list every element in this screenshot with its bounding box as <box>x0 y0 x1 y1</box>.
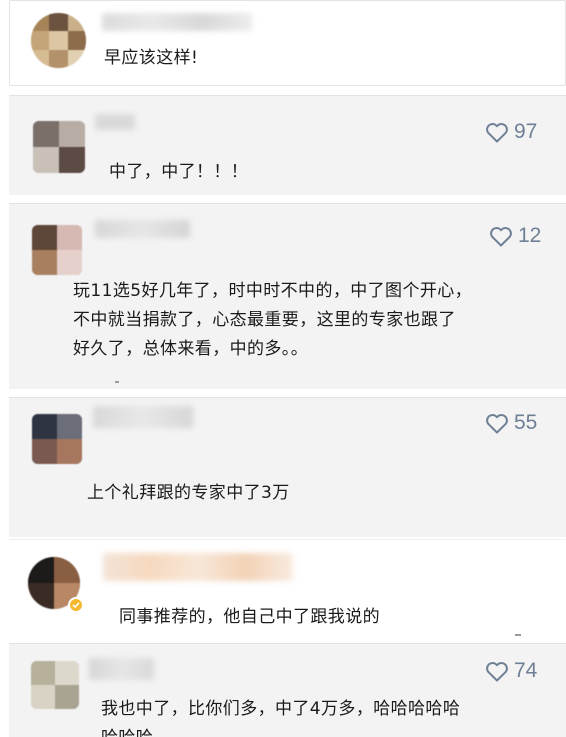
comment-text: 早应该这样! <box>104 48 199 68</box>
divider-mark <box>115 381 119 383</box>
comment-text: 同事推荐的，他自己中了跟我说的 <box>119 607 380 627</box>
heart-outline-icon <box>490 226 512 246</box>
comment-card: 12 玩11选5好几年了，时中时不中的，中了图个开心， 不中就当捐款了，心态最重… <box>9 203 566 389</box>
comment-card: 97 中了，中了！！！ <box>9 95 566 195</box>
divider-mark <box>515 634 521 636</box>
comment-card: 早应该这样! <box>9 0 566 86</box>
like-count: 12 <box>518 224 542 247</box>
heart-outline-icon <box>486 122 508 142</box>
comment-text: 玩11选5好几年了，时中时不中的，中了图个开心， 不中就当捐款了，心态最重要，这… <box>73 281 473 359</box>
like-button[interactable]: 12 <box>489 224 541 248</box>
verified-check-icon <box>68 597 84 613</box>
heart-outline-icon <box>486 661 508 681</box>
like-button[interactable]: 74 <box>485 659 537 683</box>
username-redacted <box>103 553 293 581</box>
like-count: 97 <box>514 120 538 143</box>
comment-text: 中了，中了！！！ <box>109 162 249 182</box>
comment-card: 55 上个礼拜跟的专家中了3万 <box>9 397 566 537</box>
like-button[interactable]: 97 <box>485 120 537 144</box>
username-redacted <box>89 658 154 680</box>
username-redacted <box>102 13 252 31</box>
avatar[interactable] <box>31 13 86 68</box>
like-button[interactable]: 55 <box>485 411 537 435</box>
avatar[interactable] <box>32 225 82 275</box>
like-count: 74 <box>514 659 538 682</box>
like-count: 55 <box>514 411 538 434</box>
avatar[interactable] <box>31 661 79 709</box>
username-redacted <box>95 220 190 238</box>
comment-text: 我也中了，比你们多，中了4万多，哈哈哈哈哈 哈哈哈 <box>101 699 461 737</box>
avatar[interactable] <box>32 414 82 464</box>
comment-text: 上个礼拜跟的专家中了3万 <box>87 483 290 503</box>
username-redacted <box>95 114 135 130</box>
username-redacted <box>93 406 193 428</box>
comment-card: 74 我也中了，比你们多，中了4万多，哈哈哈哈哈 哈哈哈 <box>9 643 566 737</box>
heart-outline-icon <box>486 413 508 433</box>
avatar[interactable] <box>33 121 85 173</box>
comment-card: 同事推荐的，他自己中了跟我说的 <box>9 539 566 639</box>
